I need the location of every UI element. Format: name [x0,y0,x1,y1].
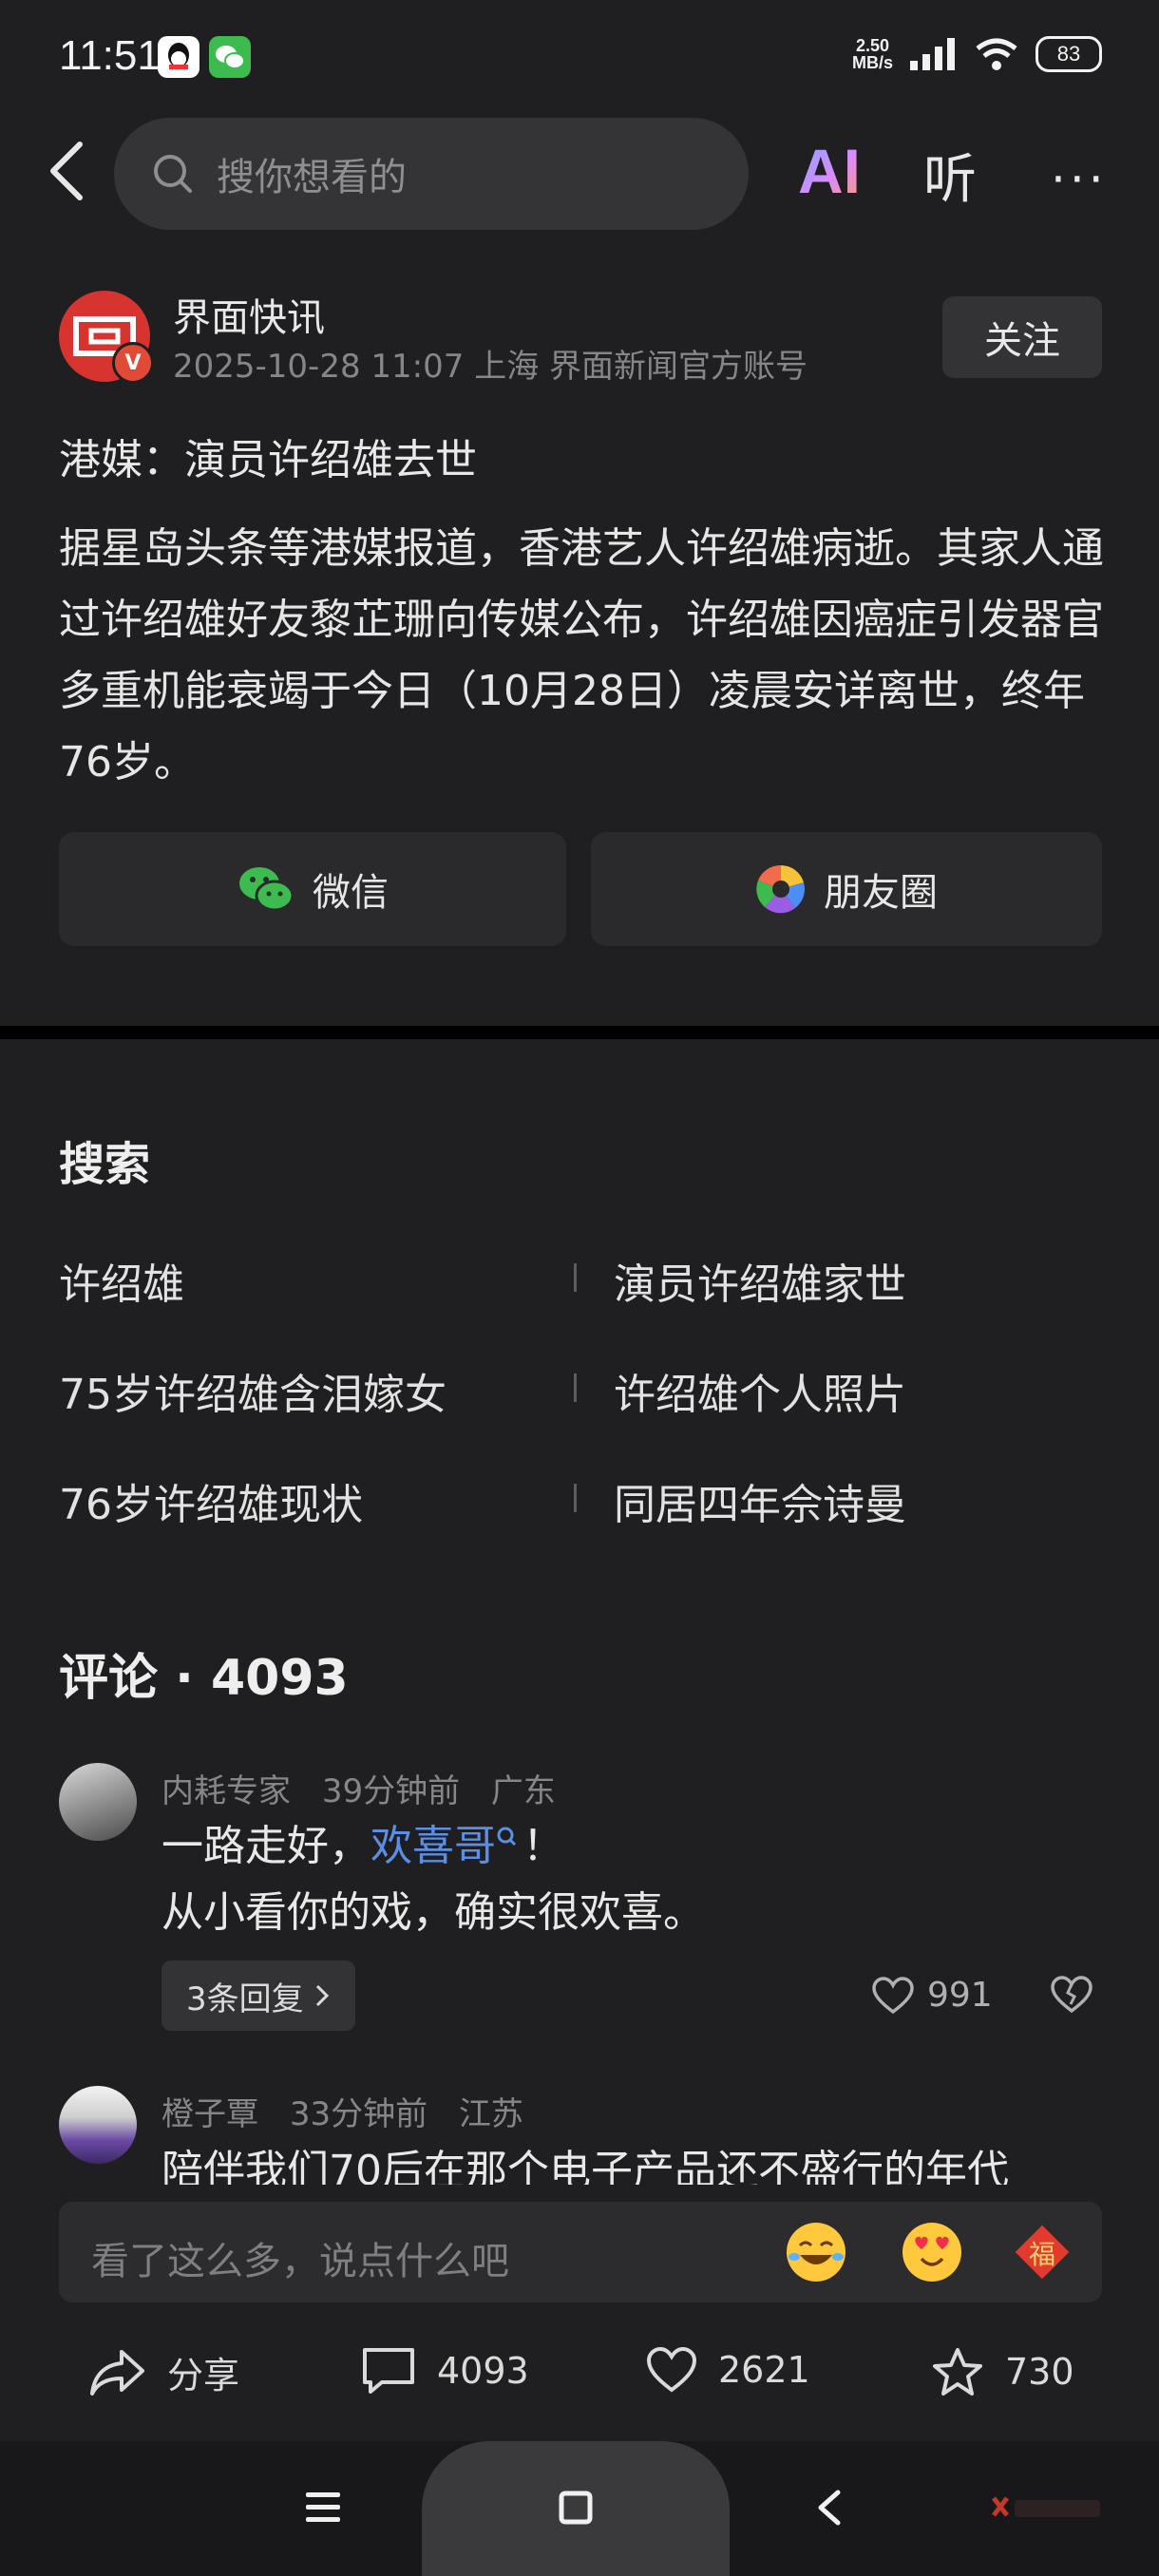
chevron-left-icon [50,142,83,200]
comment-text-before: 一路走好， [162,1822,370,1870]
qq-app-icon [158,36,200,78]
network-speed: 2.50 MB/s [852,37,893,71]
fu-emoji-icon[interactable]: 福 [1013,2223,1072,2282]
heart-icon [872,1976,914,2014]
search-suggestion[interactable]: 76岁许绍雄现状 [59,1470,363,1531]
moments-icon [756,864,805,914]
system-back-button[interactable] [815,2489,844,2530]
comment-time: 33分钟前 [289,2095,428,2133]
view-replies-button[interactable]: 3条回复 [162,1960,355,2031]
broken-heart-icon [1051,1976,1092,2014]
search-suggestion[interactable]: 许绍雄个人照片 [614,1360,906,1421]
suggestion-separator [574,1373,577,1402]
like-action-button[interactable]: 2621 [646,2346,810,2394]
comment-input[interactable]: 看了这么多，说点什么吧 福 [59,2202,1102,2302]
wifi-icon [976,38,1017,70]
comment-text-after: ！ [522,1822,564,1870]
square-icon [559,2491,593,2525]
section-divider [0,1026,1159,1039]
search-suggestion[interactable]: 演员许绍雄家世 [614,1250,906,1311]
home-button[interactable] [422,2441,730,2576]
heart-icon [646,2346,697,2393]
search-placeholder: 搜你想看的 [217,156,407,199]
system-nav-bar [0,2441,1159,2576]
comment-text-line2: 从小看你的戏，确实很欢喜。 [162,1888,705,1937]
comment-count: 4093 [437,2350,529,2392]
suggestion-separator [574,1484,577,1512]
comment-bubble-icon [363,2348,414,2394]
comment-search-link[interactable]: 欢喜哥 [370,1822,496,1870]
comment-dislike-button[interactable] [1051,1976,1092,2014]
net-speed-value: 2.50 [855,36,890,55]
menu-icon [306,2492,340,2522]
more-button[interactable]: ··· [1051,152,1108,207]
laughing-emoji-icon[interactable] [787,2223,846,2282]
status-time: 11:51 [59,32,161,79]
star-icon [933,2348,982,2396]
search-icon [154,155,192,193]
chevron-right-icon [315,1984,329,2007]
comment-time: 39分钟前 [321,1772,461,1810]
share-arrow-icon [90,2349,144,2396]
signal-icon [910,38,955,70]
ai-button[interactable]: AI [798,135,861,207]
share-wechat-label: 微信 [313,871,389,915]
wechat-app-icon [209,36,251,78]
comment-username[interactable]: 橙子覃 [162,2095,258,2133]
search-small-icon [497,1827,517,1847]
comment-input-placeholder: 看了这么多，说点什么吧 [91,2240,509,2283]
comment-avatar[interactable] [59,1763,137,1841]
verified-badge: V [112,342,154,384]
heart-eyes-emoji-icon[interactable] [902,2223,961,2282]
wechat-icon [239,867,294,912]
search-suggestion[interactable]: 许绍雄 [59,1250,184,1311]
share-action-label: 分享 [167,2355,240,2396]
comment-avatar[interactable] [59,2086,137,2164]
comment-location: 江苏 [458,2095,523,2133]
search-input[interactable]: 搜你想看的 [114,118,749,230]
menu-button[interactable] [304,2491,342,2529]
favorite-count: 730 [1005,2351,1074,2393]
replies-label: 3条回复 [186,1979,304,2018]
status-indicators: 2.50 MB/s 83 [852,36,1102,72]
comment-like-button[interactable]: 991 [872,1976,993,2015]
comment-action-button[interactable]: 4093 [361,2346,529,2396]
listen-button[interactable]: 听 [923,137,977,214]
triangle-back-icon [818,2490,841,2526]
share-moments-button[interactable]: 朋友圈 [591,832,1102,946]
like-count: 2621 [718,2349,810,2391]
search-section-title: 搜索 [59,1138,151,1191]
article-headline: 港媒：演员许绍雄去世 [59,436,477,484]
comments-title: 评论 · 4093 [59,1650,349,1707]
watermark-logo [992,2492,1106,2534]
follow-button[interactable]: 关注 [942,296,1102,378]
battery-indicator: 83 [1036,36,1102,72]
net-speed-unit: MB/s [851,53,893,72]
article-body: 据星岛头条等港媒报道，香港艺人许绍雄病逝。其家人通过许绍雄好友黎芷珊向传媒公布，… [59,524,1104,786]
comment-location: 广东 [490,1772,556,1810]
share-moments-label: 朋友圈 [824,871,938,915]
comment-like-count: 991 [927,1976,993,2015]
watermark-icon [992,2496,1100,2517]
author-name[interactable]: 界面快讯 [173,287,325,342]
fu-label: 福 [1028,2239,1055,2270]
comment-username[interactable]: 内耗专家 [162,1772,291,1810]
share-action-button[interactable]: 分享 [89,2346,239,2398]
comment-text: 陪伴我们70后在那个电子产品还不盛行的年代 [162,2147,1009,2185]
article-meta: 2025-10-28 11:07 上海 界面新闻官方账号 [173,348,808,386]
suggestion-separator [574,1263,577,1292]
comment-user-meta[interactable]: 内耗专家 39分钟前 广东 [162,1765,556,1811]
comment-user-meta[interactable]: 橙子覃 33分钟前 江苏 [162,2088,523,2134]
back-button[interactable] [48,141,95,207]
comment-clip: 陪伴我们70后在那个电子产品还不盛行的年代 [162,2137,1102,2185]
favorite-action-button[interactable]: 730 [931,2346,1074,2397]
search-suggestion[interactable]: 同居四年佘诗曼 [614,1470,906,1531]
share-wechat-button[interactable]: 微信 [59,832,566,946]
comment-text: 一路走好，欢喜哥 ！ [162,1812,564,1881]
search-suggestion[interactable]: 75岁许绍雄含泪嫁女 [59,1360,446,1421]
